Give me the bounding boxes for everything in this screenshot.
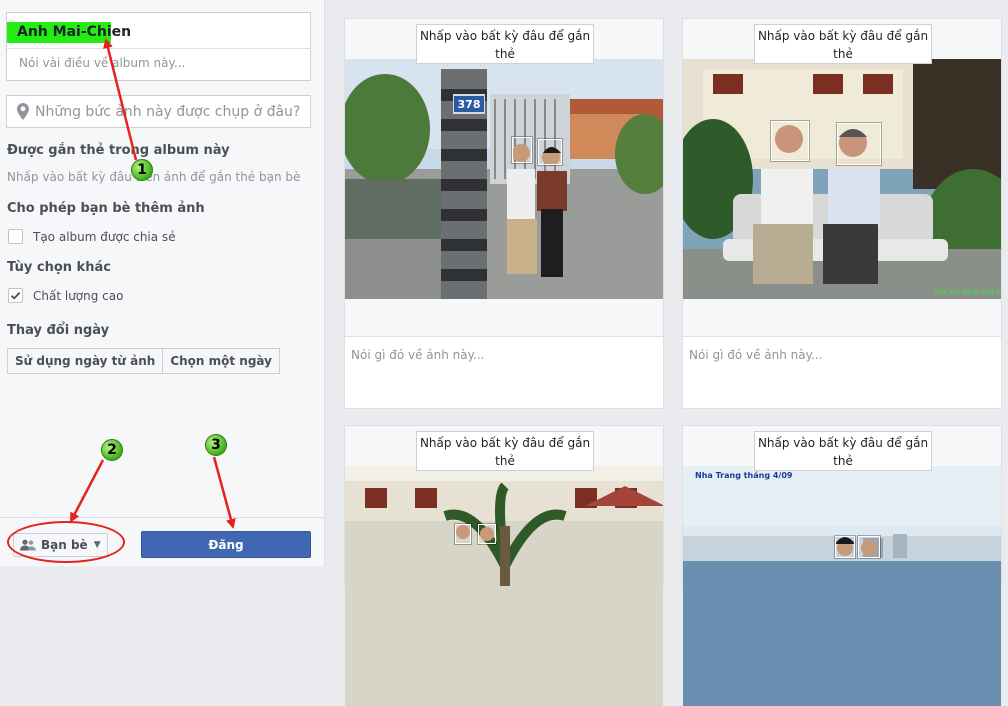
tagging-heading: Được gắn thẻ trong album này bbox=[7, 143, 230, 158]
shared-album-checkbox[interactable] bbox=[8, 229, 23, 244]
photo-gate-scene: 378 bbox=[345, 59, 663, 299]
shared-album-label: Tạo album được chia sẻ bbox=[33, 229, 176, 244]
face-tag-box[interactable] bbox=[771, 121, 809, 161]
shared-album-option[interactable]: Tạo album được chia sẻ bbox=[8, 229, 176, 244]
face-tag-box[interactable] bbox=[835, 536, 855, 558]
high-quality-label: Chất lượng cao bbox=[33, 288, 124, 303]
face-tag-box[interactable] bbox=[512, 137, 532, 163]
tag-tooltip: Nhấp vào bất kỳ đâu để gắn thẻ bbox=[416, 24, 594, 64]
face-tag-box[interactable] bbox=[858, 536, 880, 558]
photo-watermark: ảnh lưu niệm ông bà bbox=[933, 288, 1001, 296]
tagging-hint: Nhấp vào bất kỳ đâu trên ảnh để gắn thẻ … bbox=[7, 170, 301, 184]
face-tag-box[interactable] bbox=[837, 123, 881, 165]
photo-caption-input[interactable]: Nói gì đó về ảnh này... bbox=[689, 348, 822, 362]
photo-card: Nhấp vào bất kỳ đâu để gắn thẻ Nha Trang… bbox=[682, 425, 1002, 706]
photo-caption-input[interactable]: Nói gì đó về ảnh này... bbox=[351, 348, 484, 362]
album-title-text: Anh Mai-Chien bbox=[17, 24, 132, 40]
tag-tooltip: Nhấp vào bất kỳ đâu để gắn thẻ bbox=[754, 24, 932, 64]
photo-image[interactable]: Nha Trang tháng 4/09 bbox=[683, 466, 1001, 706]
contributors-heading: Cho phép bạn bè thêm ảnh bbox=[7, 201, 205, 216]
album-info-box: Anh Mai-Chien Nói vài điều về album này.… bbox=[6, 12, 311, 81]
date-button-group: Sử dụng ngày từ ảnh Chọn một ngày bbox=[7, 348, 280, 374]
photo-card: Nhấp vào bất kỳ đâu để gắn thẻ 378 Nói g… bbox=[344, 18, 664, 409]
choose-date-button[interactable]: Chọn một ngày bbox=[163, 348, 280, 374]
options-heading: Tùy chọn khác bbox=[7, 260, 111, 275]
photo-image[interactable] bbox=[345, 466, 663, 706]
face-tag-box[interactable] bbox=[478, 524, 496, 544]
step-badge-2: 2 bbox=[101, 439, 123, 461]
photo-beach-scene: Nha Trang tháng 4/09 bbox=[683, 466, 1001, 706]
location-input[interactable]: Những bức ảnh này được chụp ở đâu? bbox=[6, 95, 311, 128]
step-badge-3: 3 bbox=[205, 434, 227, 456]
tag-tooltip: Nhấp vào bất kỳ đâu để gắn thẻ bbox=[754, 431, 932, 471]
high-quality-option[interactable]: Chất lượng cao bbox=[8, 288, 123, 303]
tag-tooltip: Nhấp vào bất kỳ đâu để gắn thẻ bbox=[416, 431, 594, 471]
photo-image[interactable]: 378 bbox=[345, 59, 663, 299]
photo-building-scene bbox=[345, 466, 663, 706]
album-title-field[interactable]: Anh Mai-Chien bbox=[7, 13, 310, 49]
photo-card: Nhấp vào bất kỳ đâu để gắn thẻ ảnh lưu n… bbox=[682, 18, 1002, 409]
gate-number-sign: 378 bbox=[458, 98, 481, 111]
location-pin-icon bbox=[17, 103, 29, 120]
face-tag-box[interactable] bbox=[455, 524, 471, 544]
date-heading: Thay đổi ngày bbox=[7, 323, 110, 338]
location-placeholder: Những bức ảnh này được chụp ở đâu? bbox=[35, 104, 301, 120]
footer-divider bbox=[0, 517, 325, 518]
checkmark-icon bbox=[10, 291, 21, 300]
audience-highlight-ellipse bbox=[7, 521, 125, 563]
album-description-input[interactable]: Nói vài điều về album này... bbox=[19, 56, 185, 70]
high-quality-checkbox[interactable] bbox=[8, 288, 23, 303]
album-settings-panel: Anh Mai-Chien Nói vài điều về album này.… bbox=[0, 0, 325, 566]
photo-card: Nhấp vào bất kỳ đâu để gắn thẻ bbox=[344, 425, 664, 706]
step-badge-1: 1 bbox=[131, 159, 153, 181]
photo-bench-scene: ảnh lưu niệm ông bà bbox=[683, 59, 1001, 299]
photo-image[interactable]: ảnh lưu niệm ông bà bbox=[683, 59, 1001, 299]
photo-caption-text: Nha Trang tháng 4/09 bbox=[695, 471, 793, 480]
use-photo-date-button[interactable]: Sử dụng ngày từ ảnh bbox=[7, 348, 164, 374]
face-tag-box[interactable] bbox=[538, 139, 562, 165]
post-button[interactable]: Đăng bbox=[141, 531, 311, 558]
